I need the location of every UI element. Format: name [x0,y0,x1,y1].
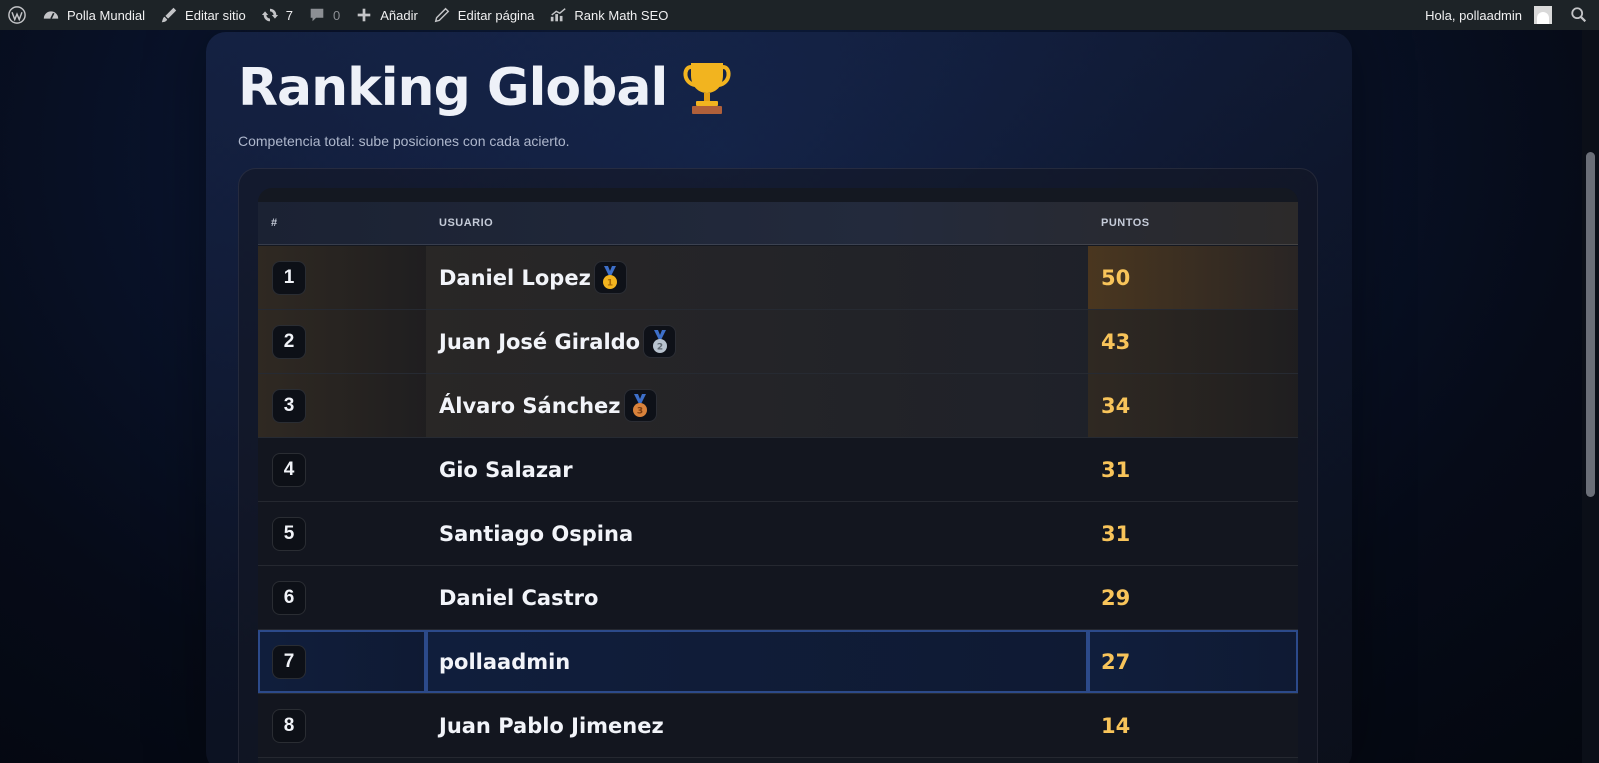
edit-page-label: Editar página [457,7,535,23]
page-title-text: Ranking Global [238,58,668,118]
user-name: Daniel Lopez [439,265,591,290]
table-row: 8 Juan Pablo Jimenez 14 [258,694,1298,758]
points-value: 50 [1101,265,1131,290]
rank-badge: 4 [272,453,306,487]
edit-site-link[interactable]: Editar sitio [152,0,253,30]
edit-page-link[interactable]: Editar página [425,0,542,30]
trophy-icon [681,59,733,117]
points-value: 29 [1101,585,1131,610]
table-row: 4 Gio Salazar 31 [258,438,1298,502]
points-value: 43 [1101,329,1131,354]
user-cell: Santiago Ospina [439,502,633,565]
table-row: 5 Santiago Ospina 31 [258,502,1298,566]
bronze-medal-icon: 3 [623,389,657,422]
comments-count: 0 [332,7,341,23]
updates-icon [260,5,280,25]
rank-badge: 8 [272,709,306,743]
comment-bubble-icon [307,5,327,25]
user-name: Santiago Ospina [439,521,634,546]
table-row: 3 Álvaro Sánchez 3 34 [258,374,1298,438]
site-name-link[interactable]: Polla Mundial [34,0,152,30]
user-name: Juan Pablo Jimenez [439,713,664,738]
comments-link[interactable]: 0 [300,0,347,30]
table-header: # USUARIO PUNTOS [258,202,1298,245]
rank-badge: 3 [272,389,306,423]
wordpress-logo-button[interactable] [0,0,34,30]
header-points: PUNTOS [1101,217,1150,229]
page-subtitle: Competencia total: sube posiciones con c… [238,133,570,149]
user-name: Álvaro Sánchez [439,393,621,418]
rank-math-icon [548,5,568,25]
gold-medal-icon: 1 [593,261,627,294]
rank-badge: 5 [272,517,306,551]
dashboard-gauge-icon [41,5,61,25]
table-row: 1 Daniel Lopez 1 50 [258,246,1298,310]
points-value: 27 [1101,649,1131,674]
wp-admin-bar: Polla Mundial Editar sitio 7 0 Añadir Ed… [0,0,1599,30]
points-value: 34 [1101,393,1131,418]
svg-text:1: 1 [607,278,613,288]
site-name-label: Polla Mundial [67,7,146,23]
points-value: 31 [1101,457,1131,482]
add-new-link[interactable]: Añadir [347,0,425,30]
silver-medal-icon: 2 [643,325,677,358]
user-cell: pollaadmin [439,632,570,691]
user-cell: Daniel Castro [439,566,598,629]
user-name: Juan José Giraldo [439,329,641,354]
search-icon [1569,5,1589,25]
avatar [1534,6,1552,24]
header-rank: # [271,217,278,229]
user-name: Daniel Castro [439,585,599,610]
svg-text:3: 3 [637,406,643,416]
scrollbar-thumb[interactable] [1586,152,1595,497]
plus-icon [354,5,374,25]
edit-site-label: Editar sitio [185,7,246,23]
page-scrollbar[interactable] [1582,30,1599,763]
svg-text:2: 2 [656,342,662,352]
brush-icon [159,5,179,25]
user-name: Gio Salazar [439,457,573,482]
rank-badge: 7 [272,645,306,679]
wordpress-icon [7,5,27,25]
rank-math-label: Rank Math SEO [574,7,669,23]
points-value: 31 [1101,521,1131,546]
user-cell: Álvaro Sánchez 3 [439,374,657,437]
table-row: 2 Juan José Giraldo 2 43 [258,310,1298,374]
user-cell: Gio Salazar [439,438,573,501]
rank-badge: 6 [272,581,306,615]
updates-link[interactable]: 7 [253,0,300,30]
rank-math-link[interactable]: Rank Math SEO [541,0,675,30]
page-title: Ranking Global [238,58,733,118]
user-cell: Daniel Lopez 1 [439,246,627,309]
add-new-label: Añadir [380,7,418,23]
table-row-current-user: 7 pollaadmin 27 [258,630,1298,694]
header-user: USUARIO [439,217,494,229]
user-cell: Juan Pablo Jimenez [439,694,664,757]
my-account-link[interactable]: Hola, pollaadmin [1418,0,1559,30]
rank-badge: 1 [272,261,306,295]
ranking-table: # USUARIO PUNTOS 1 Daniel Lopez 1 50 2 J… [258,188,1298,763]
points-value: 14 [1101,713,1131,738]
greeting-label: Hola, pollaadmin [1425,7,1522,23]
user-cell: Juan José Giraldo 2 [439,310,677,373]
pencil-icon [432,5,452,25]
user-name: pollaadmin [439,649,571,674]
updates-count: 7 [285,7,293,23]
rank-badge: 2 [272,325,306,359]
admin-search-button[interactable] [1559,0,1599,30]
table-row: 6 Daniel Castro 29 [258,566,1298,630]
